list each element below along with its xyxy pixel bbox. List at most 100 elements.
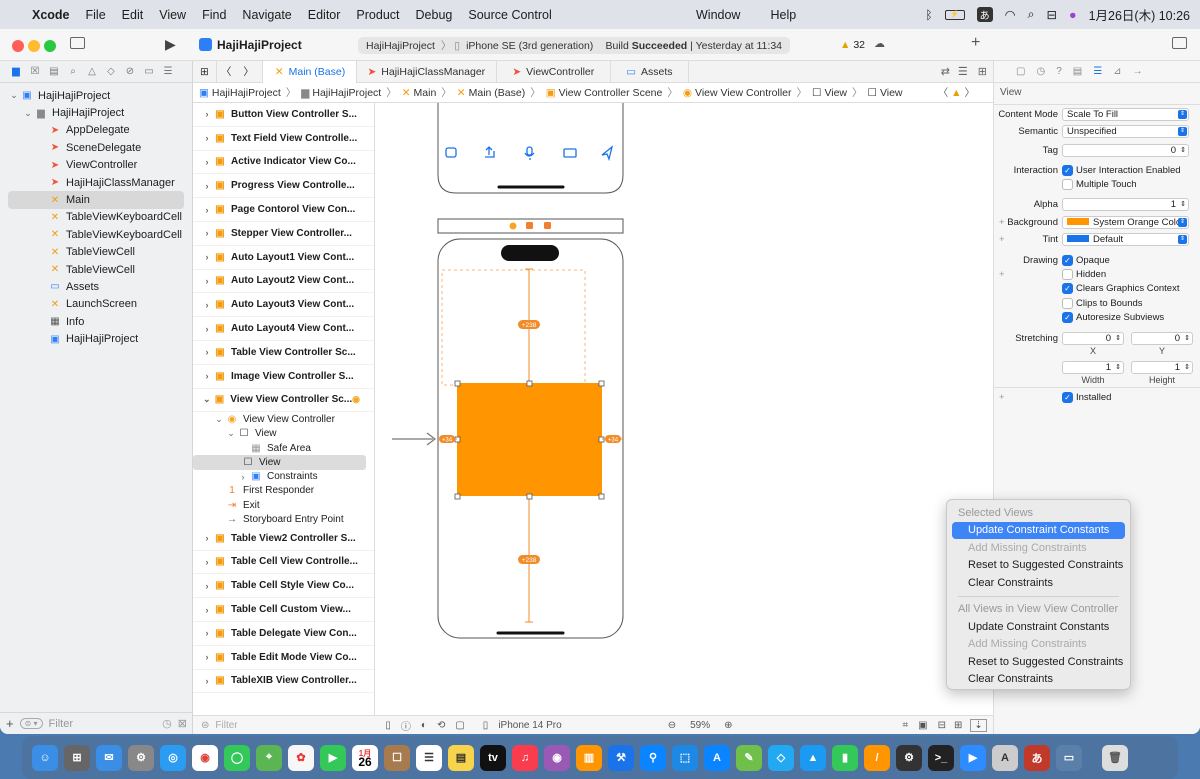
document-outline-toggle-icon[interactable]: ▯ bbox=[385, 720, 391, 731]
notes-icon[interactable]: ▤ bbox=[448, 744, 474, 771]
disclosure-chevron-icon[interactable]: › bbox=[201, 605, 213, 615]
photos-icon[interactable]: ✿ bbox=[288, 744, 314, 771]
alpha-field[interactable]: 1 ⇕ bbox=[1062, 197, 1189, 211]
bluetooth-icon[interactable]: ᛒ bbox=[925, 8, 932, 22]
identity-inspector-icon[interactable]: ▤ bbox=[1073, 66, 1082, 77]
add-constraints-icon[interactable]: ⊞ bbox=[954, 720, 962, 731]
navigator-item[interactable]: ▣ HajiHajiProject bbox=[0, 330, 192, 347]
calendar-icon[interactable]: 1月 26 bbox=[352, 744, 378, 771]
scene-row[interactable]: › ▣ Auto Layout2 View Cont... bbox=[193, 270, 374, 294]
chrome-icon[interactable]: ◉ bbox=[192, 744, 218, 771]
vscode-icon[interactable]: ◇ bbox=[768, 744, 794, 771]
disclosure-chevron-icon[interactable]: › bbox=[201, 581, 213, 591]
close-window-button[interactable] bbox=[12, 40, 24, 52]
books-icon[interactable]: ▥ bbox=[576, 744, 602, 771]
jump-view-controller[interactable]: ◉ View View Controller bbox=[683, 87, 792, 99]
editor-options-icon[interactable]: ☰ bbox=[958, 65, 968, 78]
scene-row[interactable]: › ▣ Page Contorol View Con... bbox=[193, 198, 374, 222]
xcode-icon[interactable]: ⚒ bbox=[608, 744, 634, 771]
zoom-in-icon[interactable]: ⊕ bbox=[724, 720, 732, 731]
scene-row[interactable]: › ▣ TableXIB View Controller... bbox=[193, 670, 374, 694]
view-controller-icon[interactable] bbox=[509, 222, 517, 230]
minimize-window-button[interactable] bbox=[28, 40, 40, 52]
music-icon[interactable]: ♫ bbox=[512, 744, 538, 771]
navigator-item[interactable]: ✕ TableViewCell bbox=[0, 244, 192, 261]
scene-dock[interactable] bbox=[437, 218, 624, 234]
disclosure-chevron-icon[interactable]: › bbox=[201, 205, 213, 215]
reminders-icon[interactable]: ☰ bbox=[416, 744, 442, 771]
related-items-icon[interactable]: ⊞ bbox=[193, 60, 217, 83]
forward-button[interactable]: 〉 bbox=[235, 60, 263, 83]
clips-to-bounds-checkbox[interactable]: Clips to Bounds bbox=[1062, 297, 1143, 309]
disclosure-chevron-icon[interactable]: › bbox=[201, 276, 213, 286]
zoom-window-button[interactable] bbox=[44, 40, 56, 52]
numbers-icon[interactable]: ▮ bbox=[832, 744, 858, 771]
menu-clock[interactable]: 1月26日(木) 10:26 bbox=[1089, 5, 1190, 24]
split-editor-icon[interactable]: ⊞ bbox=[978, 65, 987, 78]
scene-row[interactable]: › ▣ Active Indicator View Co... bbox=[193, 151, 374, 175]
keynote-icon[interactable]: ▲ bbox=[800, 744, 826, 771]
filter-options-icon[interactable]: ⊜ ▾ bbox=[19, 718, 43, 729]
file-inspector-icon[interactable]: ▢ bbox=[1016, 66, 1025, 77]
outline-item[interactable]: ⇥ Exit bbox=[193, 498, 374, 512]
disclosure-chevron-icon[interactable]: › bbox=[201, 324, 213, 334]
scene-row[interactable]: › ▣ Table Cell View Controlle... bbox=[193, 551, 374, 575]
refresh-icon[interactable]: ⇄ bbox=[941, 65, 950, 78]
selected-orange-view[interactable] bbox=[457, 383, 602, 496]
mail-icon[interactable]: ✉ bbox=[96, 744, 122, 771]
storyboard-canvas[interactable]: +238 +238 +34 +34 bbox=[375, 103, 993, 715]
navigator-item[interactable]: ✕ Main bbox=[8, 191, 184, 209]
disclosure-chevron-icon[interactable]: › bbox=[201, 676, 213, 686]
navigator-item[interactable]: ➤ SceneDelegate bbox=[0, 139, 192, 156]
scene-row[interactable]: › ▣ Stepper View Controller... bbox=[193, 222, 374, 246]
navigator-item[interactable]: ▭ Assets bbox=[0, 278, 192, 295]
jump-view[interactable]: ☐ View bbox=[868, 87, 903, 99]
activity-monitor-icon[interactable]: ⚙ bbox=[896, 744, 922, 771]
menu-help[interactable]: Help bbox=[762, 8, 804, 22]
user-interaction-checkbox[interactable]: ✓ User Interaction Enabled bbox=[1062, 164, 1181, 176]
recent-files-icon[interactable]: ◷ bbox=[162, 717, 172, 730]
content-mode-popup[interactable]: Scale To Fill ⇕ bbox=[1062, 107, 1189, 121]
orientation-icon[interactable]: ⓘ bbox=[401, 718, 411, 733]
navigator-item[interactable]: ✕ TableViewKeyboardCell bbox=[0, 226, 192, 243]
dictionary-icon[interactable]: あ bbox=[1024, 744, 1050, 771]
zoom-level[interactable]: 59% bbox=[690, 720, 710, 731]
disclosure-chevron-icon[interactable]: ⌄ bbox=[225, 428, 237, 439]
jump-scene[interactable]: ▣ View Controller Scene bbox=[546, 87, 663, 99]
navigator-item[interactable]: ✕ TableViewKeyboardCell bbox=[0, 209, 192, 226]
issue-icon[interactable]: △ bbox=[86, 66, 98, 78]
rotate-icon[interactable]: ⟲ bbox=[437, 720, 445, 731]
navigator-filter-input[interactable]: Filter bbox=[49, 718, 73, 730]
appearance-icon[interactable]: ◐ bbox=[421, 720, 427, 731]
menu-item[interactable]: Clear Constraints bbox=[952, 574, 1125, 592]
scene-row[interactable]: › ▣ Image View Controller S... bbox=[193, 365, 374, 389]
disclosure-chevron-icon[interactable]: ⌄ bbox=[8, 90, 20, 101]
pages-icon[interactable]: / bbox=[864, 744, 890, 771]
symbol-icon[interactable]: ▤ bbox=[48, 66, 60, 78]
siri-icon[interactable]: ● bbox=[1069, 8, 1077, 22]
jump-folder[interactable]: ▆ HajiHajiProject bbox=[301, 87, 381, 99]
run-button[interactable]: ▶ bbox=[165, 36, 176, 53]
text-editor-icon[interactable]: ✎ bbox=[736, 744, 762, 771]
disclosure-chevron-icon[interactable]: › bbox=[201, 347, 213, 357]
jump-main-base[interactable]: ✕ Main (Base) bbox=[457, 87, 525, 99]
autoresize-subviews-checkbox[interactable]: ✓ Autoresize Subviews bbox=[1062, 311, 1164, 323]
zoom-app-icon[interactable]: ▶ bbox=[960, 744, 986, 771]
menu-item[interactable]: Clear Constraints bbox=[952, 671, 1125, 689]
first-responder-icon[interactable] bbox=[526, 222, 533, 229]
maps-icon[interactable]: ⌖ bbox=[256, 744, 282, 771]
find-icon[interactable]: ⌕ bbox=[67, 66, 79, 78]
navigator-item[interactable]: ➤ HajiHajiClassManager bbox=[0, 174, 192, 191]
jump-view-parent[interactable]: ☐ View bbox=[812, 87, 847, 99]
font-book-icon[interactable]: A bbox=[992, 744, 1018, 771]
menu-item[interactable]: Reset to Suggested Constraints bbox=[952, 653, 1125, 671]
embed-in-icon[interactable]: ▣ bbox=[918, 720, 927, 731]
outline-item[interactable]: ⌄ ◉ View View Controller bbox=[193, 412, 374, 426]
scene-warning-icon[interactable]: ◉ bbox=[352, 394, 360, 405]
facetime-icon[interactable]: ▶ bbox=[320, 744, 346, 771]
app-menu[interactable]: Xcode bbox=[24, 8, 78, 22]
wifi-icon[interactable]: ◠ bbox=[1005, 7, 1016, 22]
opaque-checkbox[interactable]: ✓ Opaque bbox=[1062, 254, 1110, 266]
scene-row[interactable]: › ▣ Text Field View Controlle... bbox=[193, 127, 374, 151]
connections-inspector-icon[interactable]: → bbox=[1133, 66, 1143, 77]
